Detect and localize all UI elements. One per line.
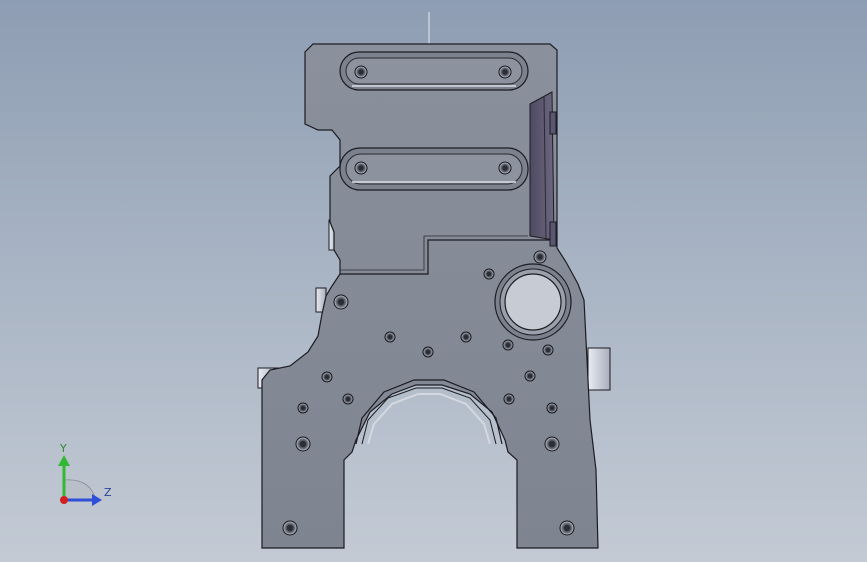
bolt-hole-core (506, 396, 512, 402)
bearing-bore[interactable] (494, 263, 572, 341)
bolt-hole-core (345, 396, 351, 402)
bolt-hole-core (549, 405, 555, 411)
bolt-hole-core (425, 349, 431, 355)
bolt-hole-core (537, 254, 543, 260)
right-tab-light (587, 347, 611, 391)
triad-y-arrow (58, 455, 70, 466)
coordinate-triad[interactable] (58, 455, 102, 506)
triad-y-label: Y (60, 442, 67, 455)
triad-plane-icon (63, 479, 97, 501)
triad-z-label: Z (104, 486, 112, 499)
bolt-hole-core (527, 373, 533, 379)
bolt-hole-core (548, 440, 556, 448)
bolt-hole-core (299, 440, 307, 448)
triad-x-origin (60, 496, 68, 504)
bolt-hole-core (358, 69, 364, 75)
graphics-viewport[interactable]: Y Z (0, 0, 867, 562)
model-view[interactable] (0, 0, 867, 562)
bolt-hole-core (387, 334, 393, 340)
bolt-hole-core (502, 165, 508, 171)
bolt-hole-core (286, 524, 294, 532)
arch-ring-inner (367, 393, 491, 445)
bolt-hole-core (300, 405, 306, 411)
bolt-hole-core (358, 165, 364, 171)
triad-z-arrow (92, 494, 102, 506)
right-wall-notch (549, 111, 557, 135)
bolt-hole-core (337, 298, 345, 306)
bolt-hole-core (505, 342, 511, 348)
bolt-hole-core (563, 524, 571, 532)
bolt-hole-core (324, 374, 330, 380)
right-wall-notch-2 (549, 221, 557, 247)
bolt-hole-core (545, 347, 551, 353)
bolt-hole-core (463, 334, 469, 340)
bolt-hole-core (486, 271, 492, 277)
bolt-hole-core (502, 69, 508, 75)
